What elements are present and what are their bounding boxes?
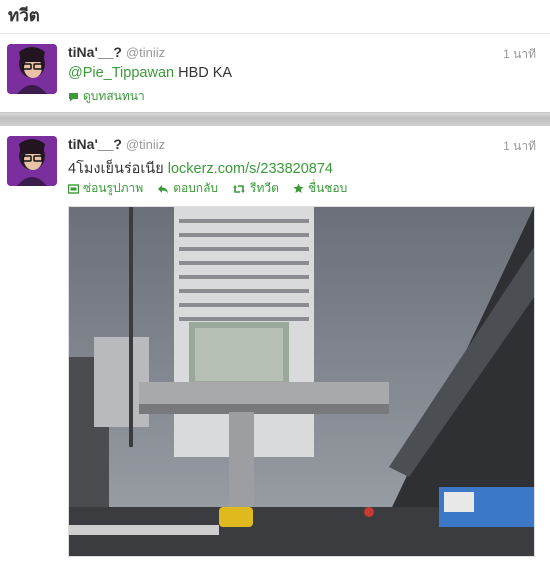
hide-media-label: ซ่อนรูปภาพ xyxy=(83,181,144,195)
tweet-timestamp[interactable]: 1 นาที xyxy=(503,45,536,64)
reply-button[interactable]: ตอบกลับ xyxy=(157,179,218,198)
media-link[interactable]: lockerz.com/s/233820874 xyxy=(168,161,333,177)
tweet-actions: ซ่อนรูปภาพ ตอบกลับ รีทวีต ชื่นชอบ xyxy=(68,179,347,198)
author-username[interactable]: @tiniiz xyxy=(126,137,165,152)
reply-arrow-icon xyxy=(157,184,169,194)
tweet-text-body: HBD KA xyxy=(174,65,233,81)
tweet-text: 4โมงเย็นร่อเนีย lockerz.com/s/233820874 xyxy=(68,157,333,180)
star-icon xyxy=(293,183,304,194)
tweet-stream: tiNa'__? @tiniiz 1 นาที @Pie_Tippawan HBD… xyxy=(0,34,550,565)
retweet-icon xyxy=(232,184,246,194)
image-icon xyxy=(68,183,79,194)
tweet-timestamp[interactable]: 1 นาที xyxy=(503,137,536,156)
mention-link[interactable]: @Pie_Tippawan xyxy=(68,65,174,81)
favorite-label: ชื่นชอบ xyxy=(307,181,348,195)
author-username[interactable]: @tiniiz xyxy=(126,45,165,60)
reply-label: ตอบกลับ xyxy=(173,181,219,195)
avatar[interactable] xyxy=(7,44,57,94)
author-fullname[interactable]: tiNa'__? xyxy=(68,44,122,60)
page-header: ทวีต xyxy=(0,0,550,34)
avatar[interactable] xyxy=(7,136,57,186)
tweet-author[interactable]: tiNa'__? @tiniiz xyxy=(68,136,165,152)
tweet-text-body: 4โมงเย็นร่อเนีย xyxy=(68,161,168,177)
hide-media-button[interactable]: ซ่อนรูปภาพ xyxy=(68,179,143,198)
author-fullname[interactable]: tiNa'__? xyxy=(68,136,122,152)
tweet-photo[interactable] xyxy=(68,206,535,557)
favorite-button[interactable]: ชื่นชอบ xyxy=(293,179,347,198)
tweet-item[interactable]: tiNa'__? @tiniiz 1 นาที 4โมงเย็นร่อเนีย l… xyxy=(0,126,550,565)
tweet-text: @Pie_Tippawan HBD KA xyxy=(68,65,232,81)
tweet-divider xyxy=(0,112,550,127)
tweet-author[interactable]: tiNa'__? @tiniiz xyxy=(68,44,165,60)
tweet-actions: ดูบทสนทนา xyxy=(68,87,145,106)
retweet-button[interactable]: รีทวีต xyxy=(232,179,279,198)
view-conversation-label: ดูบทสนทนา xyxy=(83,89,145,103)
retweet-label: รีทวีต xyxy=(250,181,279,195)
speech-bubble-icon xyxy=(68,92,79,102)
tweet-item[interactable]: tiNa'__? @tiniiz 1 นาที @Pie_Tippawan HBD… xyxy=(0,34,550,113)
view-conversation-button[interactable]: ดูบทสนทนา xyxy=(68,87,145,106)
page-title: ทวีต xyxy=(8,6,40,25)
